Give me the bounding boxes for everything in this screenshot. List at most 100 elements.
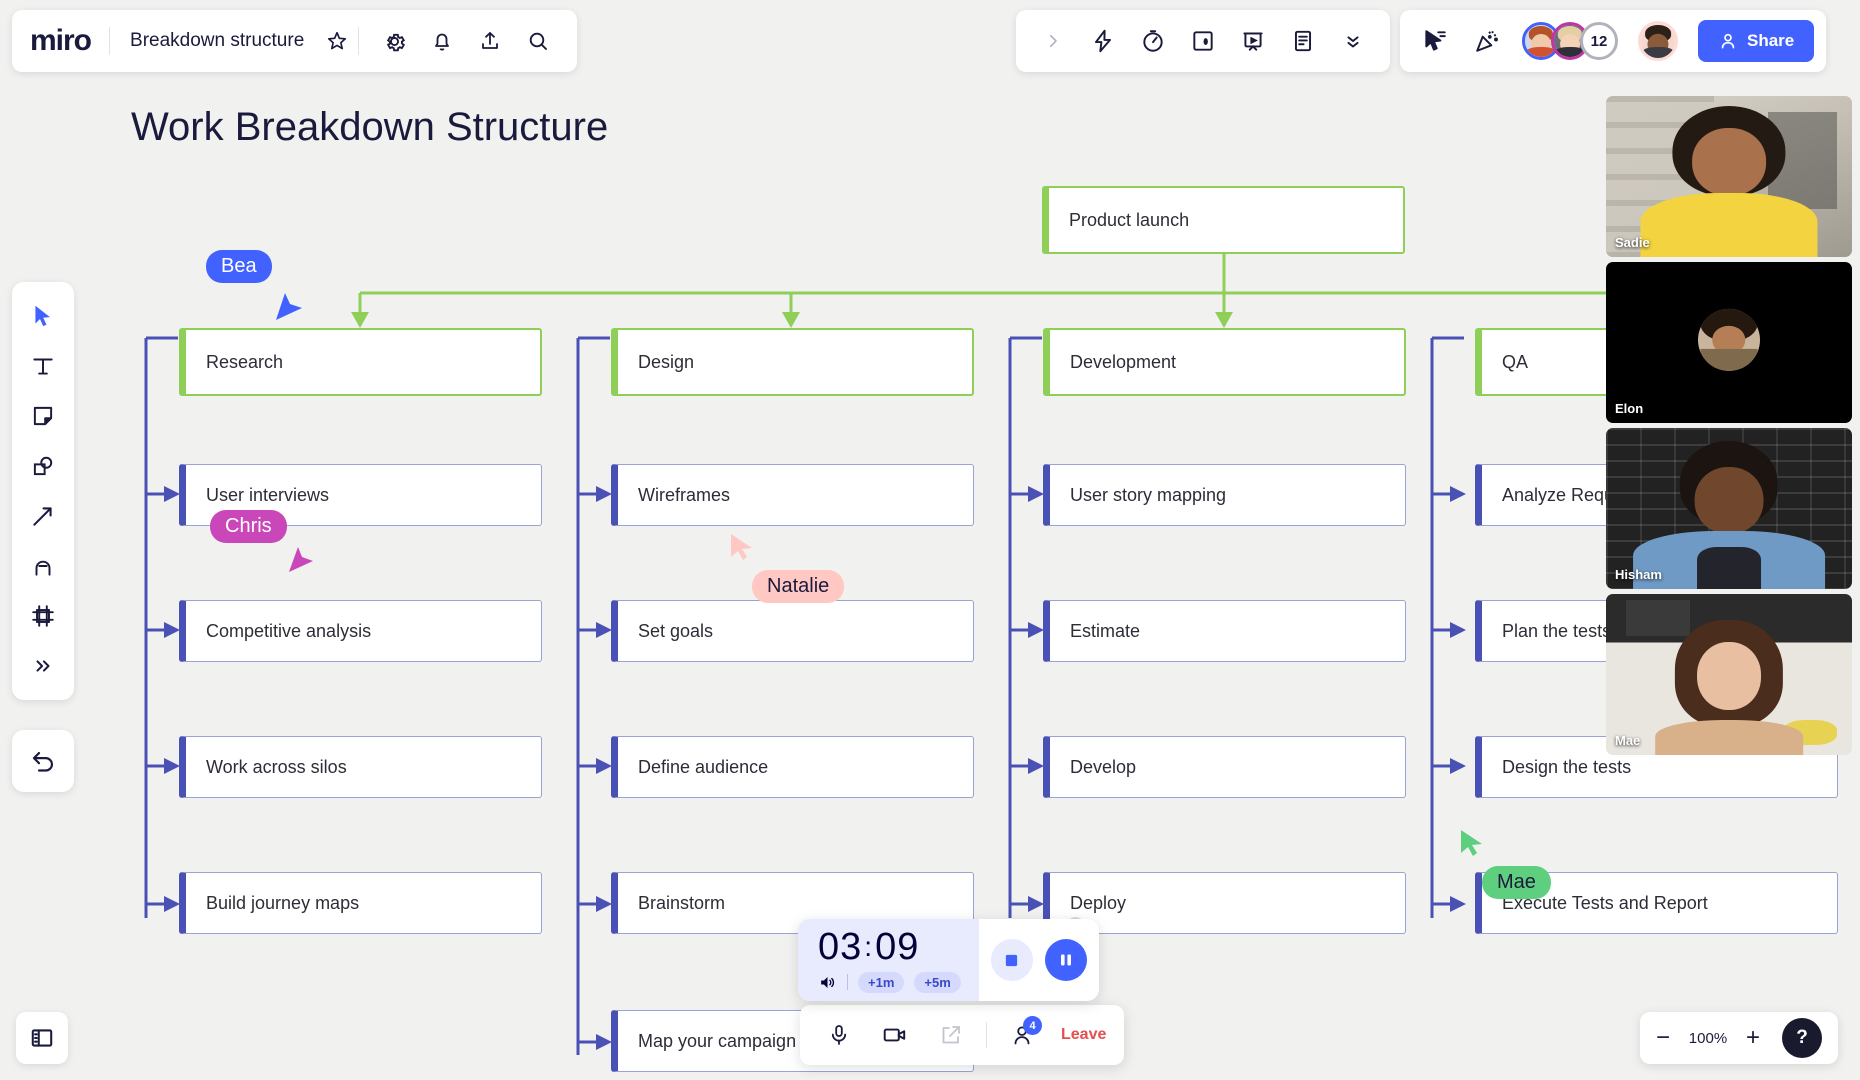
cursor-pointer-natalie	[728, 532, 758, 567]
frame-tool[interactable]	[21, 594, 65, 638]
participants-icon[interactable]: 4	[1001, 1014, 1043, 1056]
video-name: Mae	[1615, 733, 1640, 748]
leave-button[interactable]: Leave	[1057, 1026, 1106, 1044]
star-icon[interactable]	[316, 20, 358, 62]
card-estimate[interactable]: Estimate	[1043, 600, 1406, 662]
lightning-icon[interactable]	[1080, 19, 1126, 63]
video-tile-hisham[interactable]: Hisham	[1606, 428, 1852, 589]
timer-seconds: 09	[875, 926, 919, 968]
cursor-name: Bea	[221, 255, 257, 277]
zoom-out-button[interactable]: −	[1656, 1026, 1670, 1050]
toggle-panel-button[interactable]	[16, 1012, 68, 1064]
cursor-chat-icon[interactable]	[1412, 19, 1458, 63]
card-icon[interactable]	[1180, 19, 1226, 63]
card-column-header-research[interactable]: Research	[179, 328, 542, 396]
card-set-goals[interactable]: Set goals	[611, 600, 974, 662]
card-label: Work across silos	[206, 757, 347, 778]
cursor-pointer-bea	[272, 290, 306, 329]
shapes-tool[interactable]	[21, 444, 65, 488]
cursor-label-natalie: Natalie	[752, 570, 844, 603]
microphone-icon[interactable]	[818, 1014, 860, 1056]
video-rail: Sadie Elon Hisham Mae	[1606, 96, 1852, 760]
card-label: Plan the tests	[1502, 621, 1611, 642]
collaborator-avatars[interactable]: 12	[1522, 22, 1618, 60]
cursor-label-bea: Bea	[206, 250, 272, 283]
card-label: Set goals	[638, 621, 713, 642]
document-icon[interactable]	[1280, 19, 1326, 63]
card-label: Develop	[1070, 757, 1136, 778]
video-call-bar: 4 Leave	[800, 1005, 1124, 1065]
avatar-overflow-count[interactable]: 12	[1580, 22, 1618, 60]
video-tile-sadie[interactable]: Sadie	[1606, 96, 1852, 257]
card-competitive-analysis[interactable]: Competitive analysis	[179, 600, 542, 662]
card-label: User story mapping	[1070, 485, 1226, 506]
board-canvas[interactable]: Work Breakdown Structure Product launch …	[0, 0, 1860, 1080]
card-user-story-mapping[interactable]: User story mapping	[1043, 464, 1406, 526]
timer-minutes: 03	[818, 926, 862, 968]
zoom-in-button[interactable]: +	[1746, 1026, 1760, 1050]
board-title[interactable]: Breakdown structure	[110, 30, 316, 52]
avatar-count-label: 12	[1591, 33, 1608, 50]
search-icon[interactable]	[517, 20, 559, 62]
cursor-pointer-chris	[286, 545, 316, 580]
card-build-journey-maps[interactable]: Build journey maps	[179, 872, 542, 934]
card-work-across-silos[interactable]: Work across silos	[179, 736, 542, 798]
more-tools[interactable]	[21, 644, 65, 688]
card-label: QA	[1502, 352, 1528, 373]
text-tool[interactable]	[21, 344, 65, 388]
timer-stop-button[interactable]	[991, 939, 1033, 981]
cursor-label-mae: Mae	[1482, 866, 1551, 899]
bell-icon[interactable]	[421, 20, 463, 62]
timer-display: 03:09 +1m +5m	[798, 919, 979, 1001]
zoom-controls: − 100% + ?	[1640, 1012, 1838, 1064]
card-label: Research	[206, 352, 283, 373]
share-button[interactable]: Share	[1698, 20, 1814, 62]
cursor-name: Chris	[225, 515, 272, 537]
card-column-header-development[interactable]: Development	[1043, 328, 1406, 396]
card-label: Design	[638, 352, 694, 373]
select-tool[interactable]	[21, 294, 65, 338]
cursor-name: Natalie	[767, 575, 829, 597]
sticky-note-tool[interactable]	[21, 394, 65, 438]
miro-logo[interactable]: miro	[30, 24, 109, 58]
volume-icon[interactable]	[818, 973, 837, 992]
card-define-audience[interactable]: Define audience	[611, 736, 974, 798]
topbar-center	[1016, 10, 1390, 72]
card-product-launch[interactable]: Product launch	[1042, 186, 1405, 254]
presentation-icon[interactable]	[1230, 19, 1276, 63]
expand-chevron-right-icon[interactable]	[1030, 19, 1076, 63]
zoom-level-label: 100%	[1686, 1030, 1730, 1047]
card-column-header-design[interactable]: Design	[611, 328, 974, 396]
help-button[interactable]: ?	[1782, 1018, 1822, 1058]
share-screen-icon[interactable]	[930, 1014, 972, 1056]
video-tile-mae[interactable]: Mae	[1606, 594, 1852, 755]
upload-icon[interactable]	[469, 20, 511, 62]
current-user-avatar[interactable]	[1638, 21, 1678, 61]
board-heading: Work Breakdown Structure	[131, 105, 608, 150]
timer-icon[interactable]	[1130, 19, 1176, 63]
topbar-right: 12 Share	[1400, 10, 1826, 72]
card-label: Development	[1070, 352, 1176, 373]
card-develop[interactable]: Develop	[1043, 736, 1406, 798]
connector-tool[interactable]	[21, 494, 65, 538]
card-wireframes[interactable]: Wireframes	[611, 464, 974, 526]
double-chevron-down-icon[interactable]	[1330, 19, 1376, 63]
celebrate-icon[interactable]	[1464, 19, 1510, 63]
card-label: Competitive analysis	[206, 621, 371, 642]
card-label: Estimate	[1070, 621, 1140, 642]
camera-icon[interactable]	[874, 1014, 916, 1056]
cursor-label-chris: Chris	[210, 510, 287, 543]
pen-tool[interactable]	[21, 544, 65, 588]
card-label: Deploy	[1070, 893, 1126, 914]
timer-pause-button[interactable]	[1045, 939, 1087, 981]
video-name: Sadie	[1615, 235, 1650, 250]
card-label: Define audience	[638, 757, 768, 778]
video-tile-elon[interactable]: Elon	[1606, 262, 1852, 423]
video-name: Elon	[1615, 401, 1643, 416]
add-5m-button[interactable]: +5m	[914, 972, 960, 993]
card-label: Brainstorm	[638, 893, 725, 914]
add-1m-button[interactable]: +1m	[858, 972, 904, 993]
gear-icon[interactable]	[373, 20, 415, 62]
undo-button[interactable]	[12, 730, 74, 792]
left-toolbar	[12, 282, 74, 700]
